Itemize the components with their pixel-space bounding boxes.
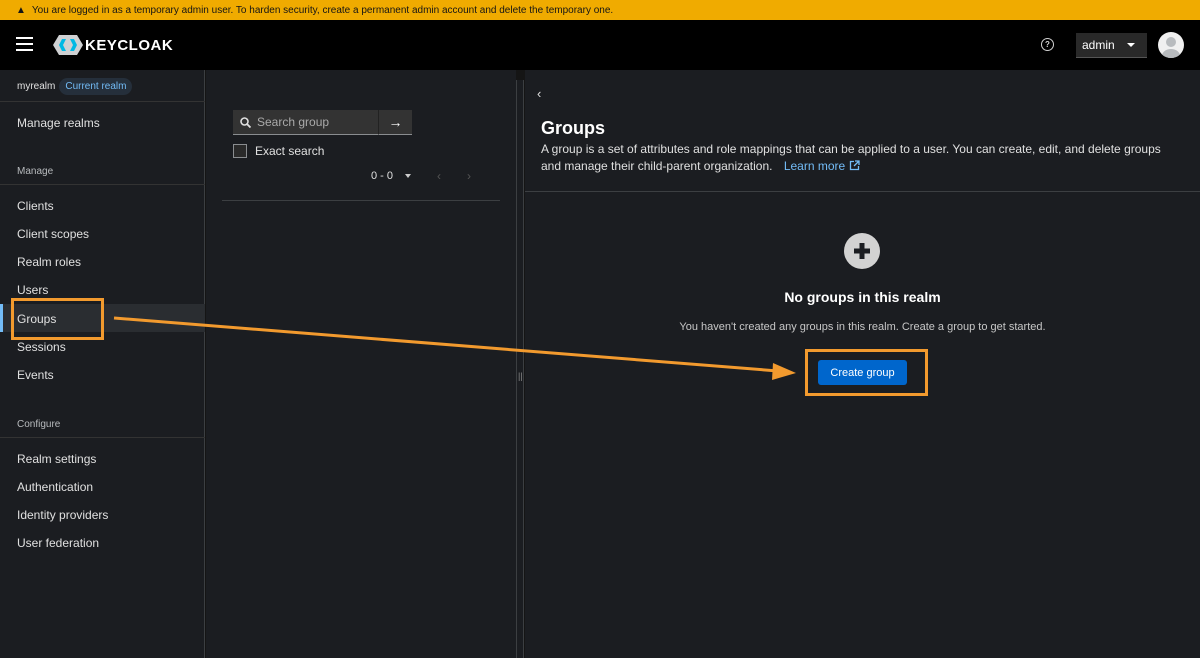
- warning-triangle-icon: ▲: [16, 4, 26, 16]
- sidebar-nav: myrealm Current realm Manage realms Mana…: [0, 70, 205, 658]
- plus-icon: [854, 243, 870, 259]
- keycloak-logo[interactable]: KEYCLOAK: [53, 35, 173, 55]
- section-manage: Manage: [17, 166, 54, 177]
- chevron-left-icon[interactable]: ‹: [537, 86, 541, 101]
- next-page-icon[interactable]: ›: [467, 169, 471, 183]
- group-tree-panel: → Exact search 0 - 0 ‹ ›: [206, 70, 516, 658]
- pagination: 0 - 0 ‹ ›: [371, 169, 471, 183]
- search-group-box[interactable]: [233, 110, 378, 135]
- sidebar-item-client-scopes[interactable]: Client scopes: [17, 227, 89, 241]
- drag-handle-icon[interactable]: ||: [518, 371, 523, 381]
- sidebar-item-groups[interactable]: Groups: [17, 312, 56, 326]
- sidebar-item-identity-providers[interactable]: Identity providers: [17, 508, 108, 522]
- previous-page-icon[interactable]: ‹: [437, 169, 441, 183]
- external-link-icon: [849, 160, 860, 171]
- search-group-input[interactable]: [257, 115, 372, 129]
- create-group-button[interactable]: Create group: [818, 360, 907, 385]
- sidebar-item-authentication[interactable]: Authentication: [17, 480, 93, 494]
- user-name: admin: [1082, 38, 1115, 52]
- divider: [0, 437, 205, 438]
- learn-more-text: Learn more: [783, 159, 846, 173]
- sidebar-item-user-federation[interactable]: User federation: [17, 536, 99, 550]
- realm-name: myrealm: [17, 81, 56, 92]
- sidebar-item-sessions[interactable]: Sessions: [17, 340, 66, 354]
- sidebar-item-events[interactable]: Events: [17, 368, 54, 382]
- page-title: Groups: [541, 118, 606, 138]
- divider: [0, 101, 205, 102]
- current-realm-badge: Current realm: [59, 78, 133, 95]
- sidebar-item-realm-roles[interactable]: Realm roles: [17, 255, 81, 269]
- empty-state-body: You haven't created any groups in this r…: [679, 321, 1046, 333]
- avatar-icon: [1162, 37, 1180, 58]
- banner-text: You are logged in as a temporary admin u…: [31, 4, 614, 16]
- help-icon[interactable]: ?: [1041, 38, 1054, 51]
- pagination-range[interactable]: 0 - 0: [371, 170, 393, 182]
- exact-search-checkbox[interactable]: [233, 144, 247, 158]
- avatar[interactable]: [1158, 32, 1184, 58]
- main-content: ‹ Groups A group is a set of attributes …: [525, 70, 1200, 658]
- divider: [222, 200, 500, 201]
- keycloak-logo-icon: [53, 35, 83, 55]
- divider: [0, 184, 205, 185]
- search-icon: [240, 116, 251, 128]
- learn-more-link[interactable]: Learn more: [784, 159, 860, 173]
- search-submit-button[interactable]: →: [378, 110, 412, 135]
- caret-down-icon: [1127, 43, 1135, 47]
- exact-search-label: Exact search: [255, 144, 325, 158]
- realm-selector[interactable]: myrealm Current realm: [17, 78, 133, 95]
- arrow-right-icon: →: [388, 114, 403, 130]
- warning-banner: ▲ You are logged in as a temporary admin…: [0, 0, 1200, 20]
- caret-down-icon[interactable]: [405, 174, 412, 178]
- user-dropdown[interactable]: admin: [1076, 33, 1147, 58]
- divider: [525, 191, 1200, 192]
- sidebar-item-users[interactable]: Users: [17, 283, 48, 297]
- plus-circle-icon: [844, 233, 880, 269]
- hamburger-menu-icon[interactable]: [16, 37, 33, 51]
- page-description: A group is a set of attributes and role …: [541, 141, 1161, 175]
- panel-splitter[interactable]: [516, 80, 524, 658]
- sidebar-item-realm-settings[interactable]: Realm settings: [17, 452, 96, 466]
- logo-text: KEYCLOAK: [85, 36, 174, 54]
- section-configure: Configure: [17, 419, 61, 430]
- empty-state-title: No groups in this realm: [784, 289, 941, 305]
- sidebar-item-clients[interactable]: Clients: [17, 199, 54, 213]
- exact-search-row: Exact search: [233, 144, 324, 158]
- sidebar-item-manage-realms[interactable]: Manage realms: [17, 116, 100, 130]
- masthead: KEYCLOAK ? admin: [0, 20, 1200, 70]
